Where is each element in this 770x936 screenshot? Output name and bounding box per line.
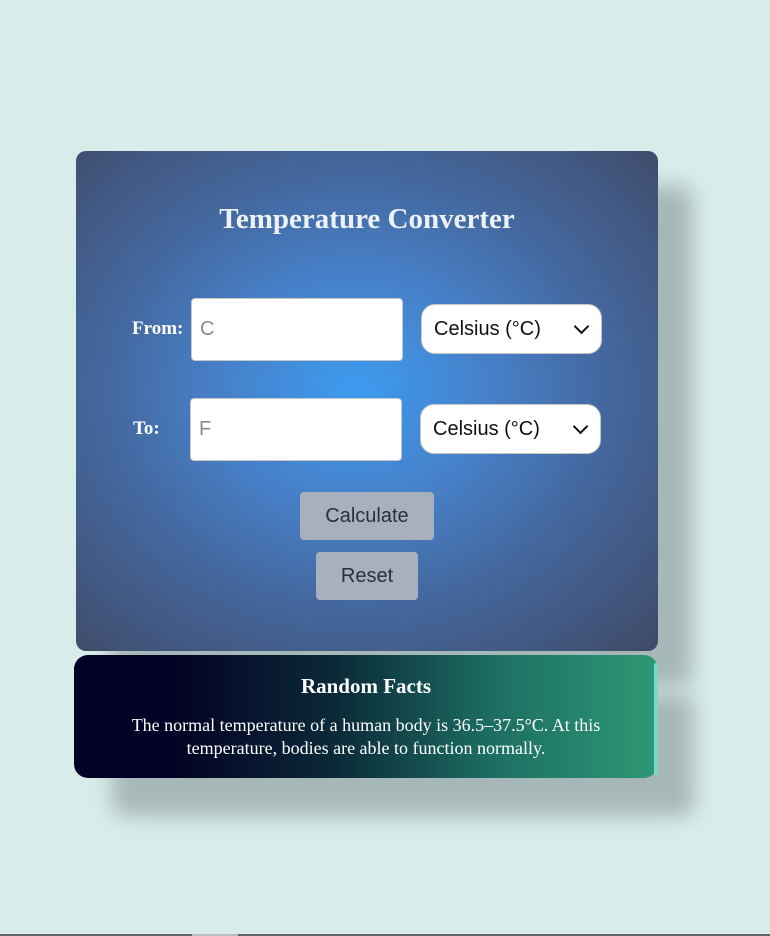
to-unit-selected: Celsius (°C): [433, 417, 540, 440]
chevron-down-icon: [573, 318, 590, 335]
facts-text: The normal temperature of a human body i…: [131, 715, 601, 758]
from-unit-selected: Celsius (°C): [434, 317, 541, 340]
to-unit-select[interactable]: Celsius (°C): [420, 404, 601, 454]
random-facts-card: Random Facts The normal temperature of a…: [74, 655, 658, 778]
chevron-down-icon: [572, 418, 589, 435]
to-value-input[interactable]: [190, 398, 402, 461]
facts-title: Random Facts: [300, 674, 432, 698]
from-label: From:: [132, 318, 184, 339]
converter-card: Temperature Converter From: Celsius (°C)…: [76, 151, 658, 651]
reset-button[interactable]: Reset: [316, 552, 418, 600]
calculate-button[interactable]: Calculate: [300, 492, 434, 540]
from-value-input[interactable]: [191, 298, 403, 361]
from-unit-select[interactable]: Celsius (°C): [421, 304, 602, 354]
to-label: To:: [133, 418, 160, 439]
page-title: Temperature Converter: [219, 203, 515, 235]
